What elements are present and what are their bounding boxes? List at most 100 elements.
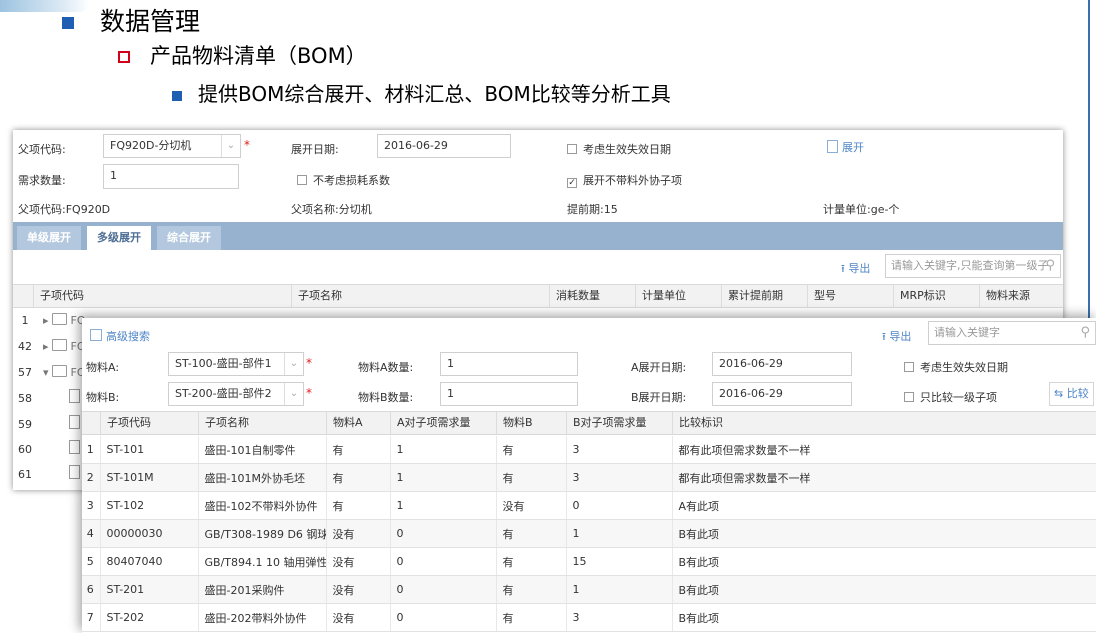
cell-material-b: 有 bbox=[496, 575, 567, 604]
compare-search-input[interactable]: 请输入关键字 ⚲ bbox=[928, 321, 1096, 345]
expand-date-label: 展开日期: bbox=[291, 143, 339, 156]
col-header[interactable]: 计量单位 bbox=[635, 285, 721, 307]
col-header[interactable]: 子项代码 bbox=[33, 285, 291, 307]
row-number: 58 bbox=[18, 392, 32, 405]
tree-node[interactable]: ▾ FQ bbox=[43, 365, 86, 379]
table-row[interactable]: 5 80407040 GB/T894.1 10 轴用弹性挡 没有 0 有 15 B有此项 bbox=[82, 547, 1096, 576]
date-a-input[interactable]: 2016-06-29 bbox=[712, 352, 852, 376]
qty-b-input[interactable]: 1 bbox=[440, 382, 578, 406]
only-first-level-checkbox[interactable]: 只比较一级子项 bbox=[904, 389, 997, 405]
cell-name: 盛田-101自制零件 bbox=[198, 436, 327, 464]
checkbox-icon[interactable] bbox=[904, 362, 914, 372]
required-asterisk: * bbox=[244, 138, 250, 152]
ignore-loss-checkbox[interactable]: 不考虑损耗系数 bbox=[297, 172, 390, 188]
chevron-down-icon[interactable]: ⌄ bbox=[284, 383, 303, 405]
col-header[interactable]: 物料来源 bbox=[979, 285, 1063, 307]
expand-button-label: 展开 bbox=[842, 141, 864, 154]
qty-b-label: 物料B数量: bbox=[358, 391, 414, 404]
qty-a-label: 物料A数量: bbox=[358, 361, 414, 374]
tree-node[interactable] bbox=[69, 465, 80, 480]
qty-a-input[interactable]: 1 bbox=[440, 352, 578, 376]
advanced-search-toggle[interactable]: 高级搜索 bbox=[90, 328, 150, 344]
only-first-level-text: 只比较一级子项 bbox=[920, 391, 997, 404]
export-label: 导出 bbox=[848, 262, 871, 275]
folder-icon bbox=[52, 313, 68, 325]
table-row[interactable]: 2 ST-101M 盛田-101M外协毛坯有 1 有 3 都有此项但需求数量不一样 bbox=[82, 463, 1096, 492]
export-button[interactable]: ⭱ 导出 bbox=[841, 260, 870, 279]
chevron-down-icon[interactable]: ⌄ bbox=[221, 135, 240, 157]
row-number: 1 bbox=[21, 314, 29, 327]
cell-compare-flag: B有此项 bbox=[672, 575, 1096, 604]
caret-right-icon[interactable]: ▸ bbox=[43, 314, 49, 327]
demand-qty-input[interactable]: 1 bbox=[103, 164, 239, 189]
caret-down-icon[interactable]: ▾ bbox=[43, 366, 49, 379]
caret-right-icon[interactable]: ▸ bbox=[43, 340, 49, 353]
tree-node[interactable]: ▸ FQ bbox=[43, 339, 86, 353]
checkbox-icon[interactable] bbox=[904, 392, 914, 402]
row-number: 57 bbox=[18, 366, 32, 379]
col-header[interactable]: MRP标识 bbox=[893, 285, 979, 307]
hollow-square-bullet-icon bbox=[118, 51, 130, 63]
search-placeholder: 请输入关键字,只能查询第一级子 bbox=[891, 259, 1049, 272]
cell-qty-b: 3 bbox=[566, 603, 673, 632]
expand-button[interactable]: 展开 bbox=[827, 139, 864, 155]
row-number: 61 bbox=[18, 468, 32, 481]
consider-effective-checkbox[interactable]: 考虑生效失效日期 bbox=[904, 359, 1008, 375]
checked-checkbox-icon[interactable]: ✓ bbox=[567, 178, 577, 188]
expand-tab-bar: 单级展开 多级展开 综合展开 bbox=[13, 222, 1063, 250]
cell-compare-flag: B有此项 bbox=[672, 547, 1096, 576]
col-header[interactable]: 物料A bbox=[326, 412, 390, 434]
table-row[interactable]: 1 ST-101 盛田-101自制零件有 1 有 3 都有此项但需求数量不一样 bbox=[82, 436, 1096, 464]
col-header[interactable]: A对子项需求量 bbox=[390, 412, 496, 434]
compare-button-label: 比较 bbox=[1066, 387, 1089, 400]
cell-qty-a: 1 bbox=[390, 491, 497, 520]
tree-node[interactable]: ▸ FQ bbox=[43, 313, 86, 327]
expand-no-outsource-checkbox[interactable]: ✓ 展开不带料外协子项 bbox=[567, 172, 682, 188]
col-header[interactable]: 子项代码 bbox=[100, 412, 198, 434]
col-header[interactable]: 子项名称 bbox=[198, 412, 326, 434]
tree-node[interactable] bbox=[69, 415, 80, 430]
chevron-down-icon[interactable]: ⌄ bbox=[284, 353, 303, 375]
cell-compare-flag: B有此项 bbox=[672, 603, 1096, 632]
cell-qty-a: 1 bbox=[390, 436, 497, 464]
expand-search-input[interactable]: 请输入关键字,只能查询第一级子 ⚲ bbox=[885, 254, 1061, 278]
cell-name: 盛田-101M外协毛坯 bbox=[198, 463, 327, 492]
tab-single-level[interactable]: 单级展开 bbox=[17, 226, 81, 250]
col-header[interactable]: 累计提前期 bbox=[721, 285, 807, 307]
compare-button[interactable]: ⇆ 比较 bbox=[1049, 382, 1094, 406]
cell-compare-flag: 都有此项但需求数量不一样 bbox=[672, 463, 1096, 492]
cell-material-b: 有 bbox=[496, 436, 567, 464]
consider-effective-checkbox[interactable]: 考虑生效失效日期 bbox=[567, 141, 671, 157]
col-header[interactable]: 子项名称 bbox=[291, 285, 549, 307]
material-b-select[interactable]: ST-200-盛田-部件2 ⌄ bbox=[168, 382, 304, 406]
material-a-select[interactable]: ST-100-盛田-部件1 ⌄ bbox=[168, 352, 304, 376]
checkbox-icon[interactable] bbox=[297, 175, 307, 185]
search-icon[interactable]: ⚲ bbox=[1080, 322, 1090, 344]
search-icon[interactable]: ⚲ bbox=[1045, 255, 1055, 277]
col-header[interactable]: 比较标识 bbox=[672, 412, 1096, 434]
bom-compare-panel: 高级搜索 ⭱ 导出 请输入关键字 ⚲ 物料A: ST-100-盛田-部件1 ⌄ … bbox=[82, 318, 1096, 633]
info-lead-time: 提前期:15 bbox=[567, 203, 618, 216]
expand-no-outsource-text: 展开不带料外协子项 bbox=[583, 174, 682, 187]
tab-multi-level[interactable]: 多级展开 bbox=[87, 226, 151, 250]
cell-material-a: 有 bbox=[326, 491, 391, 520]
table-row[interactable]: 6 ST-201 盛田-201采购件 没有 0 有 1 B有此项 bbox=[82, 575, 1096, 604]
table-row[interactable]: 7 ST-202 盛田-202带料外协件 没有 0 有 3 B有此项 bbox=[82, 603, 1096, 632]
cell-material-b: 有 bbox=[496, 519, 567, 548]
tree-node[interactable] bbox=[69, 389, 80, 404]
col-header[interactable]: B对子项需求量 bbox=[566, 412, 672, 434]
export-button[interactable]: ⭱ 导出 bbox=[882, 328, 911, 347]
col-header[interactable]: 型号 bbox=[807, 285, 893, 307]
col-header[interactable]: 消耗数量 bbox=[549, 285, 635, 307]
cell-code: 00000030 bbox=[100, 519, 199, 548]
col-header[interactable]: 物料B bbox=[496, 412, 566, 434]
checkbox-icon[interactable] bbox=[567, 144, 577, 154]
tree-node[interactable] bbox=[69, 440, 80, 455]
table-row[interactable]: 3 ST-102 盛田-102不带料外协件有 1 没有 0 A有此项 bbox=[82, 491, 1096, 520]
parent-code-select[interactable]: FQ920D-分切机 ⌄ bbox=[103, 134, 241, 158]
expand-grid-header: 子项代码 子项名称 消耗数量 计量单位 累计提前期 型号 MRP标识 物料来源 bbox=[13, 284, 1063, 308]
expand-date-input[interactable]: 2016-06-29 bbox=[377, 134, 511, 158]
date-b-input[interactable]: 2016-06-29 bbox=[712, 382, 852, 406]
tab-comprehensive[interactable]: 综合展开 bbox=[157, 226, 221, 250]
table-row[interactable]: 4 00000030 GB/T308-1989 D6 钢球 没有 0 有 1 B有此项 bbox=[82, 519, 1096, 548]
